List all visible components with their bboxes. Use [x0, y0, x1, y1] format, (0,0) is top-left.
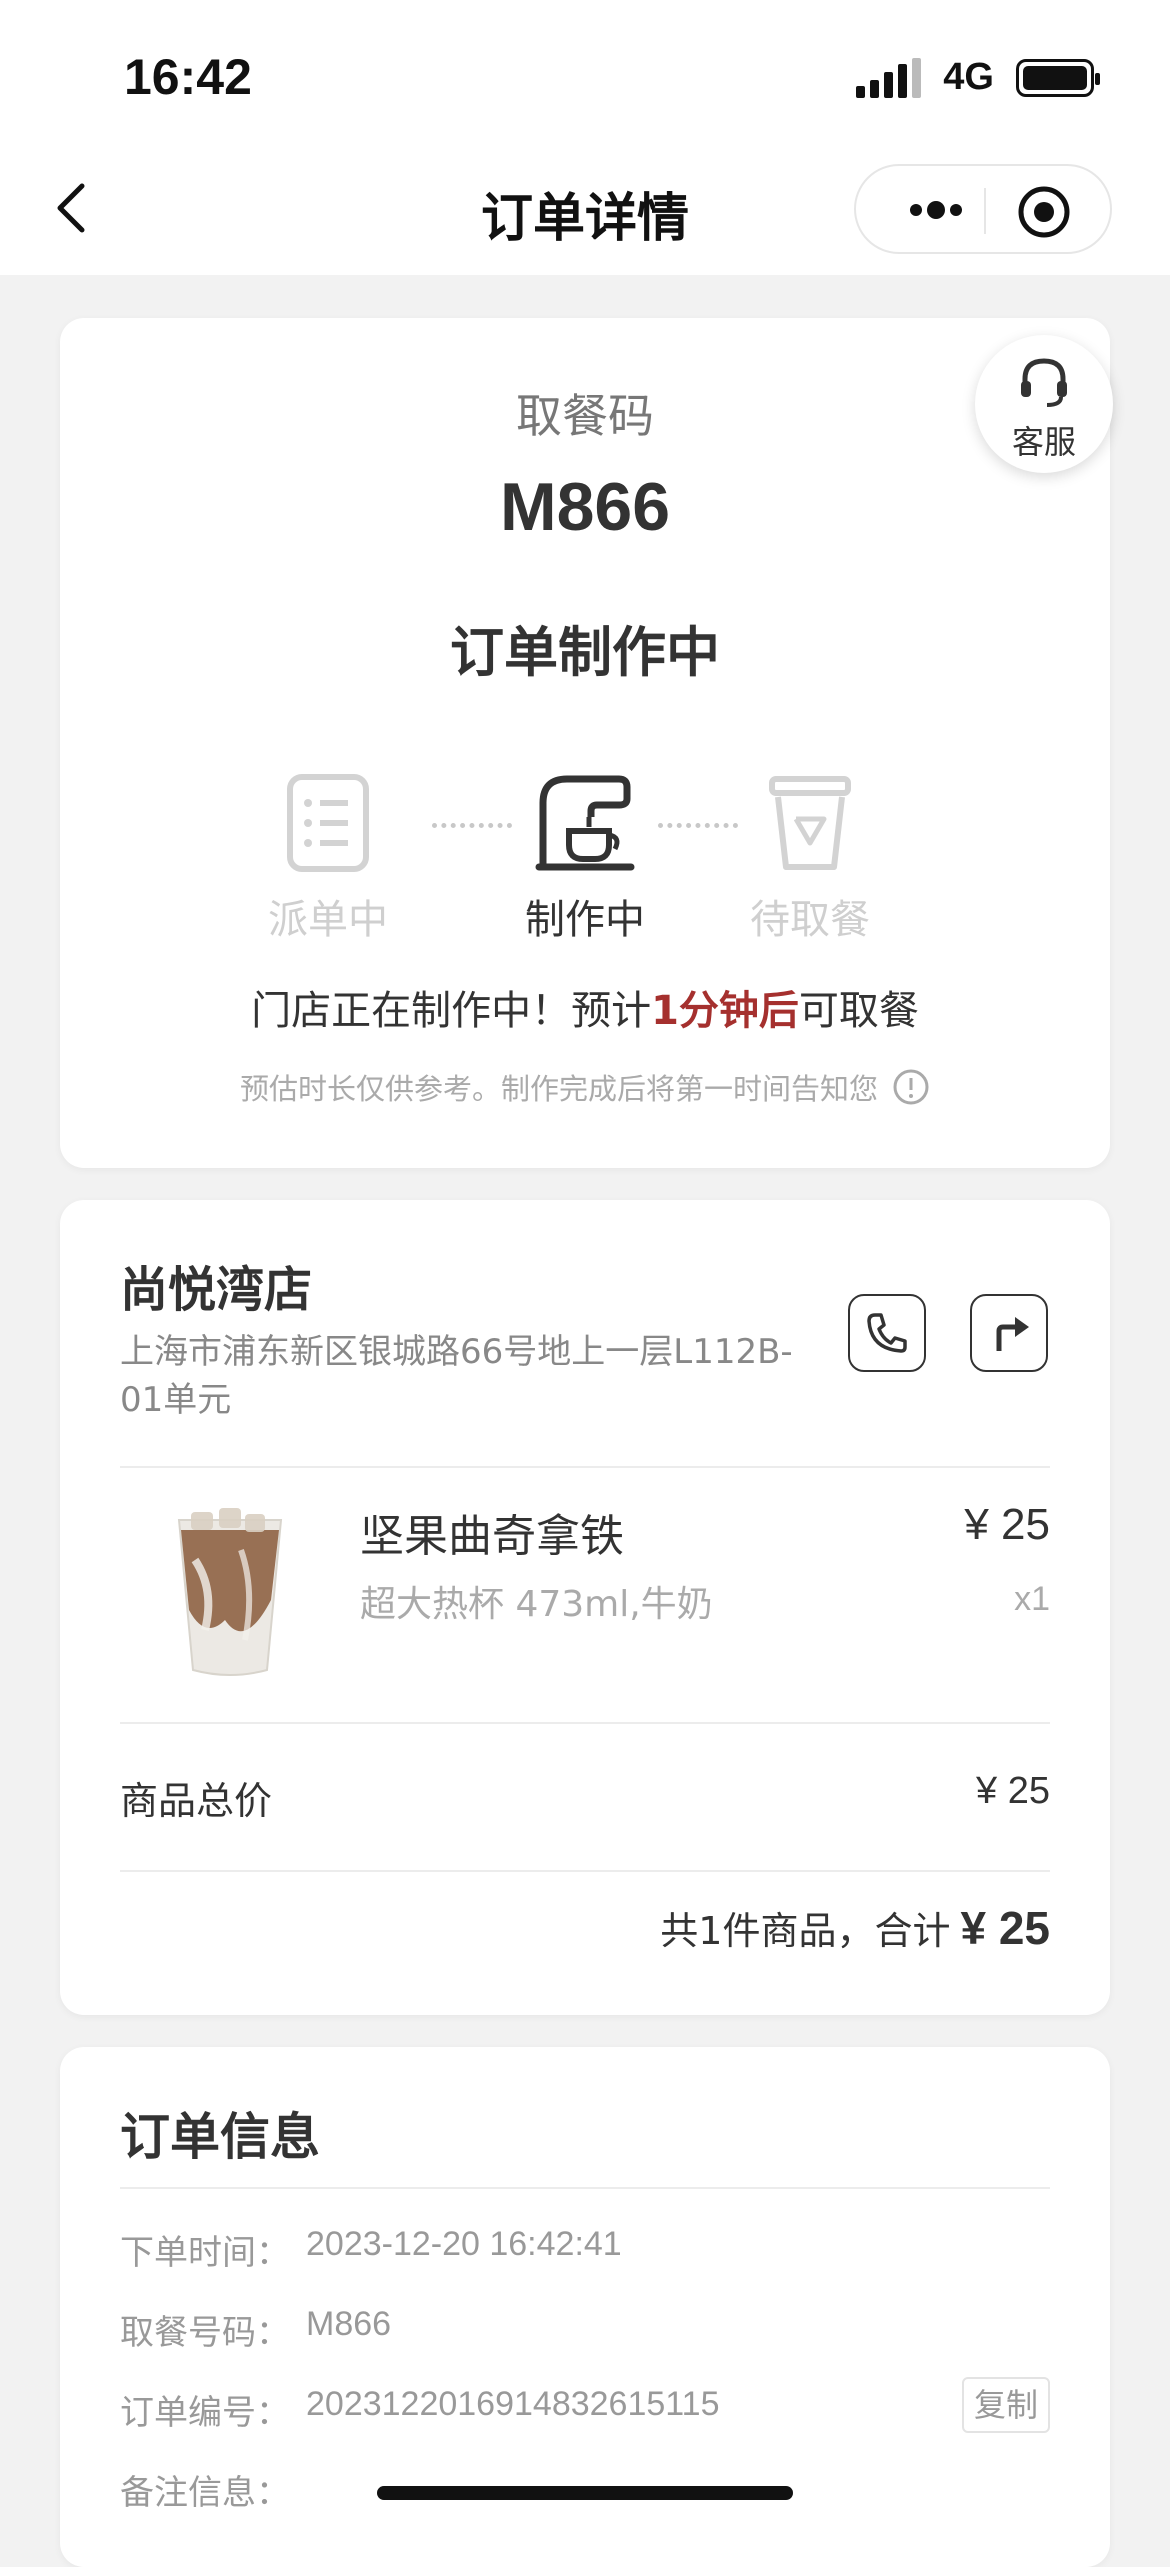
step-label: 待取餐 — [750, 897, 870, 943]
nav-bar: 订单详情 — [0, 150, 1170, 275]
store-order-card: 尚悦湾店 上海市浦东新区银城路66号地上一层L112B-01单元 坚果曲奇拿铁 … — [60, 1200, 1110, 2015]
customer-service-button[interactable]: 客服 — [975, 335, 1113, 473]
info-row-order-number: 订单编号： 20231220169148326151​15 复制 — [120, 2377, 1050, 2435]
store-name: 尚悦湾店 — [120, 1262, 313, 1318]
status-indicators: 4G — [856, 56, 1100, 99]
battery-icon — [1016, 58, 1100, 97]
total-prefix: 共1件商品，合计 — [660, 1909, 951, 1953]
call-store-button[interactable] — [848, 1294, 926, 1372]
message-suffix: 可取餐 — [798, 988, 919, 1034]
product-spec: 超大热杯 473ml,牛奶 — [360, 1584, 713, 1625]
product-name: 坚果曲奇拿铁 — [360, 1511, 624, 1562]
product-price: ¥ 25 — [964, 1500, 1050, 1549]
headset-icon — [1021, 358, 1067, 407]
divider — [120, 2187, 1050, 2189]
info-row-order-time: 下单时间： 2023-12-20 16:42:41 — [120, 2225, 1050, 2275]
status-bar: 16:42 4G — [0, 0, 1170, 150]
pickup-code-label: 取餐码 — [516, 389, 654, 443]
divider — [120, 1466, 1050, 1468]
step-label: 制作中 — [525, 897, 645, 943]
home-indicator — [377, 2486, 793, 2500]
info-value: 2023-12-20 16:42:41 — [306, 2225, 622, 2263]
order-info-title: 订单信息 — [120, 2108, 320, 2166]
signal-icon — [856, 57, 922, 98]
product-image — [177, 1508, 283, 1676]
product-quantity: x1 — [1014, 1580, 1050, 1618]
navigate-button[interactable] — [970, 1294, 1048, 1372]
directions-icon — [996, 1317, 1029, 1351]
eta-highlight: 1分钟后 — [651, 988, 799, 1034]
total-value: ¥ 25 — [960, 1902, 1050, 1954]
total-row: 共1件商品，合计 ¥ 25 — [660, 1900, 1050, 1955]
message-prefix: 门店正在制作中！预计 — [251, 988, 652, 1034]
estimate-note-text: 预估时长仅供参考。制作完成后将第一时间告知您 — [239, 1072, 878, 1106]
info-value: M866 — [306, 2305, 392, 2343]
step-making: 制作中 — [495, 773, 675, 945]
info-key: 取餐号码： — [120, 2313, 290, 2353]
info-key: 下单时间： — [120, 2233, 290, 2273]
info-value: 20231220169148326151​15 — [306, 2385, 720, 2423]
step-label: 派单中 — [268, 897, 388, 943]
divider — [120, 1722, 1050, 1724]
subtotal-value: ¥ 25 — [976, 1770, 1050, 1812]
copy-order-number-button[interactable]: 复制 — [962, 2377, 1050, 2433]
more-icon[interactable] — [886, 188, 986, 232]
progress-message: 门店正在制作中！预计1分钟后可取餐 — [60, 978, 1110, 1036]
phone-icon — [867, 1313, 907, 1353]
info-key: 备注信息： — [120, 2473, 290, 2513]
order-status: 订单制作中 — [450, 621, 720, 684]
customer-service-label: 客服 — [1011, 423, 1076, 461]
close-target-icon[interactable] — [1016, 184, 1072, 240]
info-key: 订单编号： — [120, 2393, 290, 2433]
info-icon[interactable] — [892, 1068, 930, 1106]
step-dispatching: 派单中 — [238, 773, 418, 945]
store-address: 上海市浦东新区银城路66号地上一层L112B-01单元 — [120, 1332, 793, 1420]
step-ready: 待取餐 — [720, 773, 900, 945]
pickup-code: M866 — [499, 469, 671, 545]
takeaway-cup-icon — [769, 776, 851, 870]
info-row-pickup-number: 取餐号码： M866 — [120, 2305, 1050, 2355]
divider — [120, 1870, 1050, 1872]
coffee-machine-icon — [535, 775, 635, 871]
mini-program-capsule — [854, 164, 1112, 254]
order-list-icon — [287, 774, 369, 872]
pickup-status-card: 取餐码 M866 订单制作中 派单中 制作中 待取餐 门店正在制作中！预计1分钟… — [60, 318, 1110, 1168]
network-label: 4G — [943, 56, 994, 98]
subtotal-label: 商品总价 — [120, 1779, 273, 1823]
capsule-divider — [984, 188, 986, 234]
status-time: 16:42 — [124, 49, 252, 105]
estimate-note: 预估时长仅供参考。制作完成后将第一时间告知您 — [60, 1066, 1110, 1108]
